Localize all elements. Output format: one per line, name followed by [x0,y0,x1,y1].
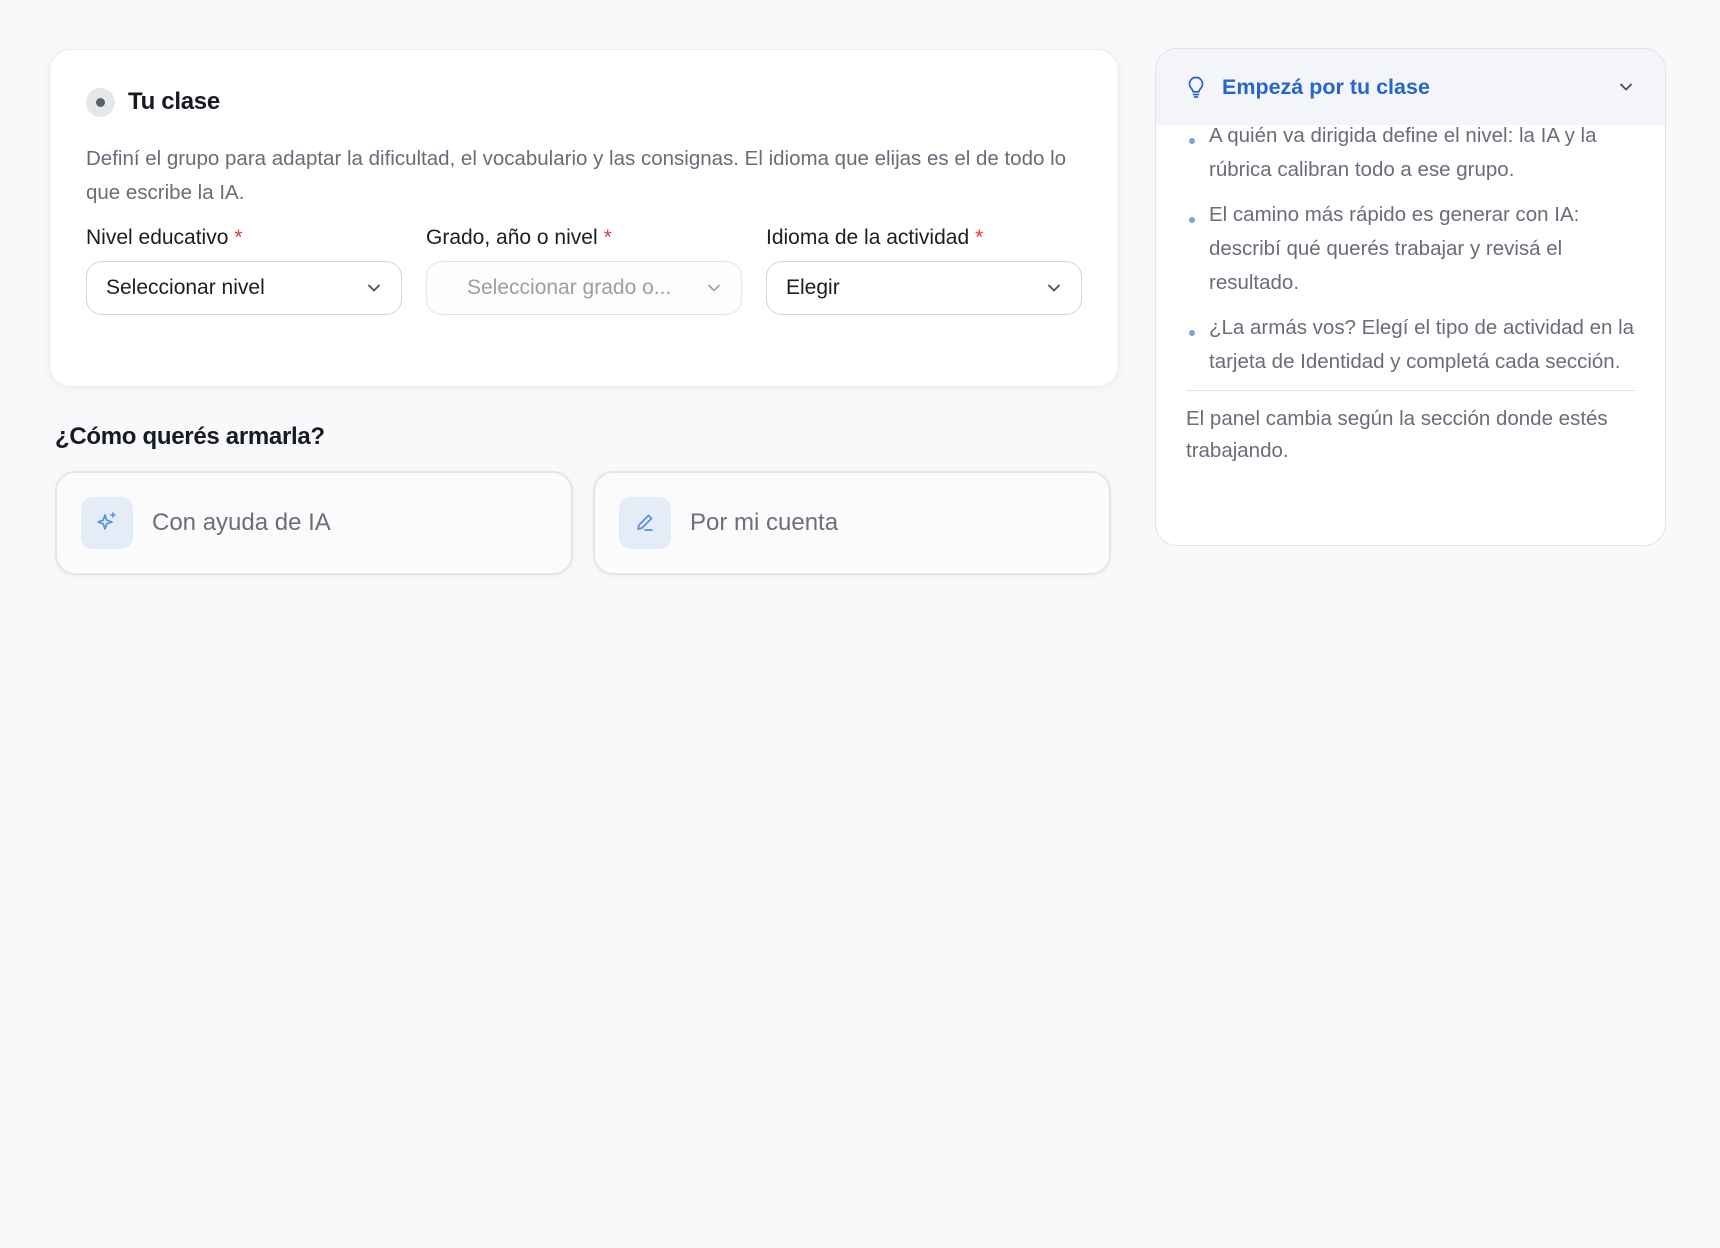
class-card-description: Definí el grupo para adaptar la dificult… [86,147,1067,204]
chevron-down-icon [708,284,720,292]
tips-panel-header[interactable]: Empezá por tu clase [1156,49,1665,125]
tips-list: A quién va dirigida define el nivel: la … [1186,119,1635,379]
class-card-header: Tu clase [86,86,1082,118]
option-label: Con ayuda de IA [152,509,331,536]
field-label-text: Idioma de la actividad [766,226,970,249]
tip-item: A quién va dirigida define el nivel: la … [1186,119,1635,187]
class-card-title: Tu clase [128,88,220,115]
chevron-down-icon [368,284,380,292]
build-method-question: ¿Cómo querés armarla? [55,423,325,450]
select-value: Seleccionar grado o... [467,276,672,299]
step-indicator-icon [86,87,115,117]
lightbulb-icon [1188,76,1204,98]
chevron-down-icon [1048,284,1060,292]
grade-select[interactable]: Seleccionar grado o... [426,261,742,315]
select-value: Elegir [786,276,840,299]
education-level-select[interactable]: Seleccionar nivel [86,261,402,315]
sparkles-icon [81,497,133,549]
required-mark: * [603,226,612,249]
tips-panel-footer: El panel cambia según la sección donde e… [1186,407,1608,462]
field-label-text: Nivel educativo [86,226,229,249]
activity-language-select[interactable]: Elegir [766,261,1082,315]
field-label: Nivel educativo * [86,224,402,252]
tips-panel-body: A quién va dirigida define el nivel: la … [1156,119,1665,467]
build-method-options: Con ayuda de IA Por mi cuenta [55,471,1119,575]
manual-option[interactable]: Por mi cuenta [593,471,1111,575]
divider [1186,390,1635,391]
ai-assisted-option[interactable]: Con ayuda de IA [55,471,573,575]
class-fields: Nivel educativo * Seleccionar nivel Grado… [86,224,1082,315]
field-education-level: Nivel educativo * Seleccionar nivel [86,224,402,315]
tips-panel-title: Empezá por tu clase [1222,74,1430,99]
field-grade: Grado, año o nivel * Seleccionar grado o.… [426,224,742,315]
field-activity-language: Idioma de la actividad * Elegir [766,224,1082,315]
tip-item: El camino más rápido es generar con IA: … [1186,198,1635,300]
required-mark: * [234,226,243,249]
field-label-text: Grado, año o nivel [426,226,598,249]
pencil-icon [619,497,671,549]
class-card: Tu clase Definí el grupo para adaptar la… [49,49,1119,387]
tips-panel: Empezá por tu clase A quién va dirigida … [1155,48,1666,546]
main-column: Tu clase Definí el grupo para adaptar la… [49,49,1119,575]
required-mark: * [975,226,984,249]
field-label: Idioma de la actividad * [766,224,1082,252]
select-value: Seleccionar nivel [106,276,265,299]
field-label: Grado, año o nivel * [426,224,742,252]
chevron-down-icon[interactable] [1617,78,1635,96]
tip-item: ¿La armás vos? Elegí el tipo de activida… [1186,311,1635,379]
option-label: Por mi cuenta [690,509,839,536]
